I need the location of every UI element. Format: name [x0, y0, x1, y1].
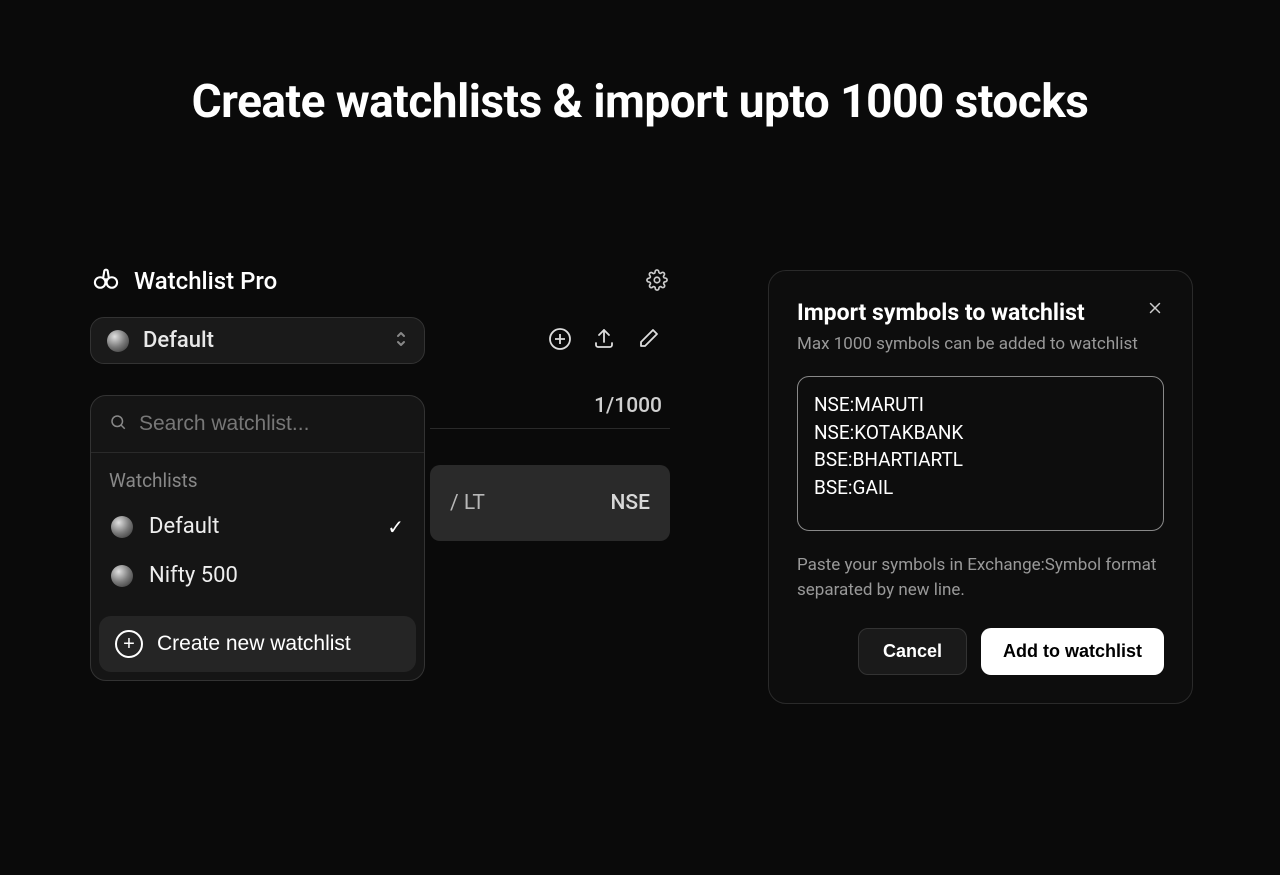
watchlist-select-label: Default	[143, 328, 214, 353]
search-icon	[109, 413, 127, 435]
add-to-watchlist-button[interactable]: Add to watchlist	[981, 628, 1164, 675]
panel-title: Watchlist Pro	[134, 267, 277, 295]
gear-icon	[646, 279, 668, 294]
plus-circle-icon	[548, 327, 572, 354]
watchlist-dropdown: Watchlists Default ✓ Nifty 500 + Create …	[90, 395, 425, 681]
symbol-counter: 1/1000	[594, 394, 662, 418]
plus-circle-icon: +	[115, 630, 143, 658]
add-button[interactable]	[546, 327, 574, 355]
watchlist-item-nifty500[interactable]: Nifty 500	[91, 551, 424, 600]
upload-button[interactable]	[590, 327, 618, 355]
chevron-up-down-icon	[394, 330, 408, 352]
watchlist-item-label: Default	[149, 514, 219, 539]
modal-subtitle: Max 1000 symbols can be added to watchli…	[797, 334, 1164, 354]
check-icon: ✓	[387, 515, 404, 539]
modal-hint: Paste your symbols in Exchange:Symbol fo…	[797, 553, 1164, 602]
symbol-row[interactable]: / LT NSE	[430, 465, 670, 541]
close-button[interactable]	[1146, 299, 1164, 322]
watchlist-item-label: Nifty 500	[149, 563, 238, 588]
search-input[interactable]	[139, 412, 406, 436]
divider	[430, 428, 670, 429]
watchlist-item-default[interactable]: Default ✓	[91, 502, 424, 551]
pencil-icon	[636, 327, 660, 354]
import-modal: Import symbols to watchlist Max 1000 sym…	[768, 270, 1193, 704]
panel-header: Watchlist Pro	[90, 265, 670, 317]
cancel-button[interactable]: Cancel	[858, 628, 967, 675]
page-title: Create watchlists & import upto 1000 sto…	[0, 75, 1280, 129]
create-watchlist-button[interactable]: + Create new watchlist	[99, 616, 416, 672]
dropdown-section-label: Watchlists	[91, 453, 424, 502]
watchlist-color-dot	[111, 565, 133, 587]
watchlist-color-dot	[107, 330, 129, 352]
selector-row: Default	[90, 317, 670, 364]
create-watchlist-label: Create new watchlist	[157, 632, 351, 656]
settings-button[interactable]	[646, 269, 668, 294]
symbol-label: / LT	[450, 491, 485, 515]
symbol-exchange: NSE	[611, 491, 650, 515]
edit-button[interactable]	[634, 327, 662, 355]
upload-icon	[592, 327, 616, 354]
symbols-textarea[interactable]	[797, 376, 1164, 531]
watchlist-panel: Watchlist Pro Default	[90, 265, 670, 429]
modal-title: Import symbols to watchlist	[797, 299, 1085, 326]
close-icon	[1146, 301, 1164, 321]
watchlist-select[interactable]: Default	[90, 317, 425, 364]
watchlist-color-dot	[111, 516, 133, 538]
binoculars-icon	[92, 265, 120, 297]
